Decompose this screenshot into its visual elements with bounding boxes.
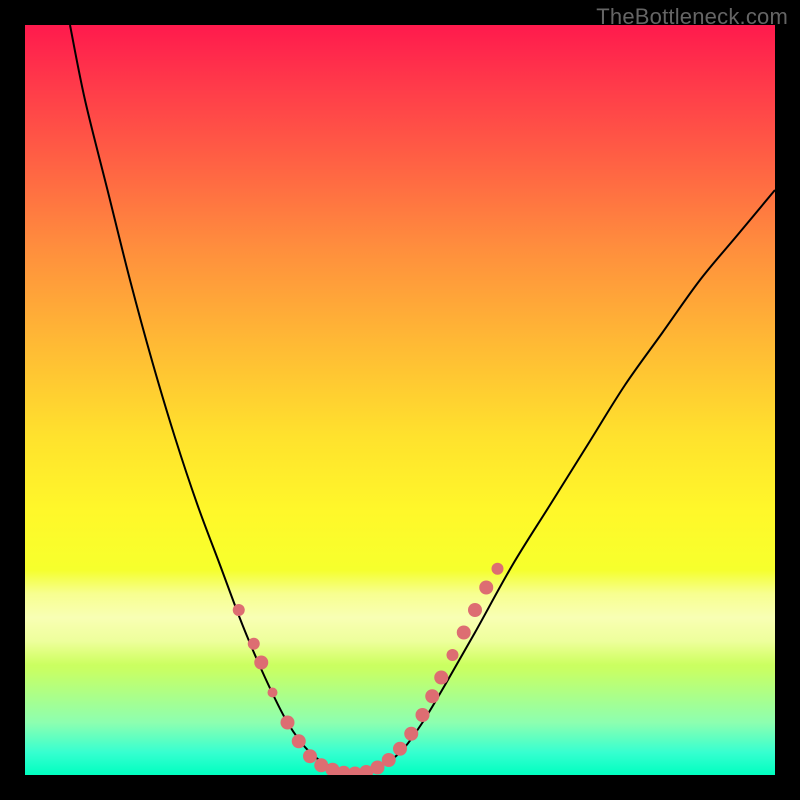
marker-dot <box>382 753 396 767</box>
watermark-text: TheBottleneck.com <box>596 4 788 30</box>
chart-frame <box>25 25 775 775</box>
marker-dot <box>457 626 471 640</box>
marker-dot <box>248 638 260 650</box>
curve-left-branch <box>70 25 355 775</box>
curve-right-branch <box>355 190 775 775</box>
marker-dot <box>468 603 482 617</box>
marker-dot <box>292 734 306 748</box>
marker-dot <box>492 563 504 575</box>
marker-dot <box>281 716 295 730</box>
chart-svg <box>25 25 775 775</box>
marker-dot <box>404 727 418 741</box>
marker-dot <box>434 671 448 685</box>
marker-dot <box>393 742 407 756</box>
marker-dot <box>425 689 439 703</box>
marker-dot <box>303 749 317 763</box>
marker-dot <box>479 581 493 595</box>
marker-dot <box>268 688 278 698</box>
curve-group <box>70 25 775 775</box>
marker-dot <box>447 649 459 661</box>
marker-group <box>233 563 504 775</box>
marker-dot <box>233 604 245 616</box>
marker-dot <box>254 656 268 670</box>
marker-dot <box>416 708 430 722</box>
